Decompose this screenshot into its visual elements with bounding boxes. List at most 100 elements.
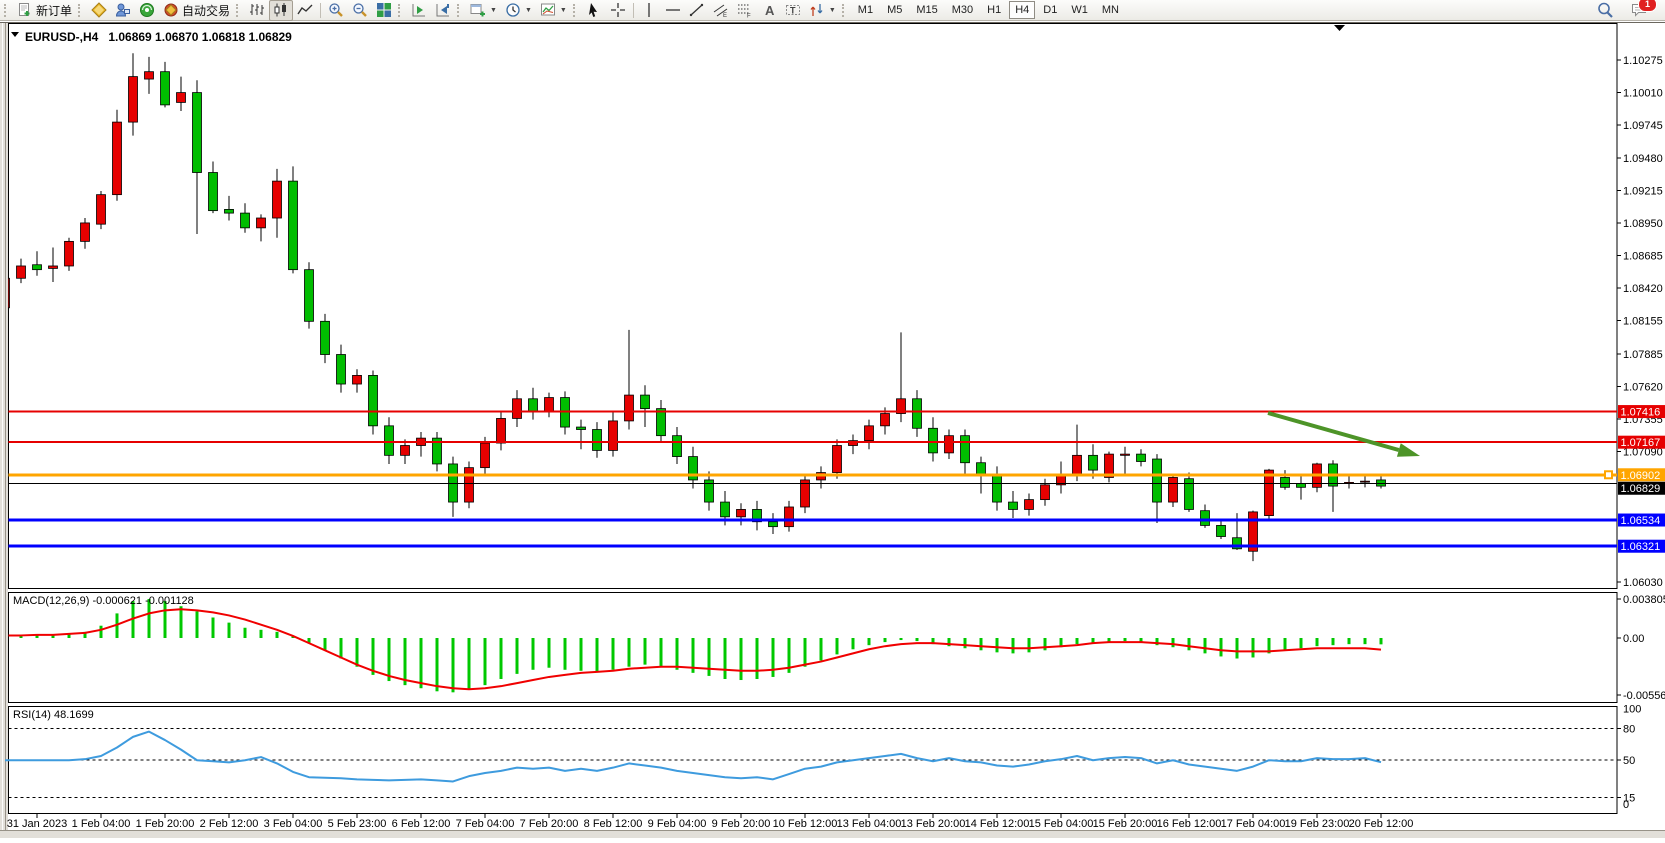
candle-bullish[interactable] <box>1361 481 1370 482</box>
candle-bearish[interactable] <box>241 213 250 228</box>
candle-bearish[interactable] <box>161 72 170 105</box>
timeframe-h4[interactable]: H4 <box>1009 1 1035 19</box>
timeframe-m1[interactable]: M1 <box>852 1 879 19</box>
candle-bullish[interactable] <box>1265 470 1274 515</box>
candle-bullish[interactable] <box>1169 477 1178 502</box>
candle-bearish[interactable] <box>369 375 378 425</box>
timeframe-m30[interactable]: M30 <box>946 1 979 19</box>
chart-shift-icon-button[interactable] <box>431 0 455 21</box>
search-button[interactable] <box>1593 0 1617 21</box>
candle-bullish[interactable] <box>257 218 266 228</box>
line-chart-icon-button[interactable] <box>293 0 317 21</box>
candle-bearish[interactable] <box>289 181 298 270</box>
candle-bearish[interactable] <box>1201 511 1210 526</box>
candle-bearish[interactable] <box>1137 454 1146 461</box>
candle-bullish[interactable] <box>1041 485 1050 500</box>
candle-bearish[interactable] <box>657 409 666 436</box>
candle-bullish[interactable] <box>97 195 106 225</box>
candle-bearish[interactable] <box>593 430 602 451</box>
candle-bullish[interactable] <box>17 266 26 278</box>
candle-bearish[interactable] <box>385 426 394 456</box>
notifications-button[interactable]: 1 <box>1627 0 1651 21</box>
candle-bullish[interactable] <box>273 181 282 218</box>
candle-bullish[interactable] <box>833 446 842 473</box>
candle-bearish[interactable] <box>1281 477 1290 487</box>
candle-bullish[interactable] <box>737 509 746 516</box>
candle-bearish[interactable] <box>1153 459 1162 502</box>
periods-clock-dropdown-caret[interactable]: ▼ <box>525 7 532 14</box>
candle-bullish[interactable] <box>129 77 138 122</box>
candle-bullish[interactable] <box>465 468 474 502</box>
candle-bullish[interactable] <box>177 93 186 103</box>
candlestick-chart-icon-button[interactable] <box>269 0 293 21</box>
candle-bearish[interactable] <box>1377 480 1386 486</box>
new-chart-dropdown-caret[interactable]: ▼ <box>490 7 497 14</box>
candle-bearish[interactable] <box>193 93 202 173</box>
bar-chart-icon-button[interactable] <box>245 0 269 21</box>
timeframe-m5[interactable]: M5 <box>881 1 908 19</box>
candle-bullish[interactable] <box>1073 455 1082 475</box>
text-label-icon-button[interactable]: T <box>781 0 805 21</box>
candle-bullish[interactable] <box>513 399 522 419</box>
zoom-out-icon-button[interactable] <box>348 0 372 21</box>
timeframe-m15[interactable]: M15 <box>910 1 943 19</box>
auto-scroll-icon-button[interactable] <box>407 0 431 21</box>
cursor-icon-button[interactable] <box>582 0 606 21</box>
candle-bullish[interactable] <box>353 375 362 384</box>
candle-bullish[interactable] <box>545 398 554 412</box>
candle-bullish[interactable] <box>497 418 506 443</box>
candle-bearish[interactable] <box>209 173 218 211</box>
candle-bullish[interactable] <box>401 446 410 456</box>
candle-bearish[interactable] <box>321 321 330 354</box>
candle-bullish[interactable] <box>113 122 122 195</box>
horizontal-line-icon-button[interactable] <box>661 0 685 21</box>
candle-bearish[interactable] <box>913 399 922 429</box>
candle-bearish[interactable] <box>721 502 730 517</box>
candle-bullish[interactable] <box>49 266 58 268</box>
orange-level-line-selection-handle[interactable] <box>1605 471 1612 478</box>
candle-bearish[interactable] <box>1217 525 1226 536</box>
candle-bullish[interactable] <box>1345 482 1354 483</box>
candle-bearish[interactable] <box>225 209 234 213</box>
trendline-icon-button[interactable] <box>685 0 709 21</box>
mql5-community-icon-button[interactable] <box>135 0 159 21</box>
arrows-icon-button[interactable]: ▼ <box>805 0 840 21</box>
candle-bullish[interactable] <box>1025 500 1034 510</box>
timeframe-h1[interactable]: H1 <box>981 1 1007 19</box>
candle-bullish[interactable] <box>609 421 618 451</box>
new-chart-icon-button[interactable]: ▼ <box>466 0 501 21</box>
navigator-icon-button[interactable] <box>111 0 135 21</box>
candle-bearish[interactable] <box>673 436 682 457</box>
candle-bearish[interactable] <box>769 522 778 527</box>
arrows-dropdown-caret[interactable]: ▼ <box>829 7 836 14</box>
chart-canvas[interactable]: 1.102751.100101.097451.094801.092151.089… <box>0 22 1665 838</box>
market-watch-icon-button[interactable] <box>87 0 111 21</box>
candle-bearish[interactable] <box>33 265 42 270</box>
candle-bullish[interactable] <box>145 72 154 79</box>
candle-bearish[interactable] <box>577 427 586 429</box>
candle-bearish[interactable] <box>961 436 970 463</box>
candle-bullish[interactable] <box>481 443 490 468</box>
templates-dropdown-caret[interactable]: ▼ <box>560 7 567 14</box>
timeframe-w1[interactable]: W1 <box>1065 1 1094 19</box>
timeframe-mn[interactable]: MN <box>1096 1 1125 19</box>
candle-bullish[interactable] <box>785 507 794 527</box>
periods-clock-icon-button[interactable]: ▼ <box>501 0 536 21</box>
crosshair-icon-button[interactable] <box>606 0 630 21</box>
equidistant-channel-icon-button[interactable]: E <box>709 0 733 21</box>
candle-bullish[interactable] <box>945 436 954 453</box>
candle-bearish[interactable] <box>689 457 698 480</box>
candle-bearish[interactable] <box>529 399 538 411</box>
candle-bullish[interactable] <box>1121 454 1130 455</box>
text-icon-button[interactable]: A <box>757 0 781 21</box>
fibonacci-icon-button[interactable]: F <box>733 0 757 21</box>
candle-bearish[interactable] <box>449 464 458 502</box>
candle-bullish[interactable] <box>65 241 74 266</box>
candle-bullish[interactable] <box>625 395 634 421</box>
candle-bearish[interactable] <box>305 270 314 322</box>
timeframe-d1[interactable]: D1 <box>1037 1 1063 19</box>
candle-bearish[interactable] <box>641 395 650 409</box>
candle-bullish[interactable] <box>881 414 890 426</box>
autotrading-button[interactable]: 自动交易 <box>159 0 234 21</box>
zoom-in-icon-button[interactable] <box>324 0 348 21</box>
